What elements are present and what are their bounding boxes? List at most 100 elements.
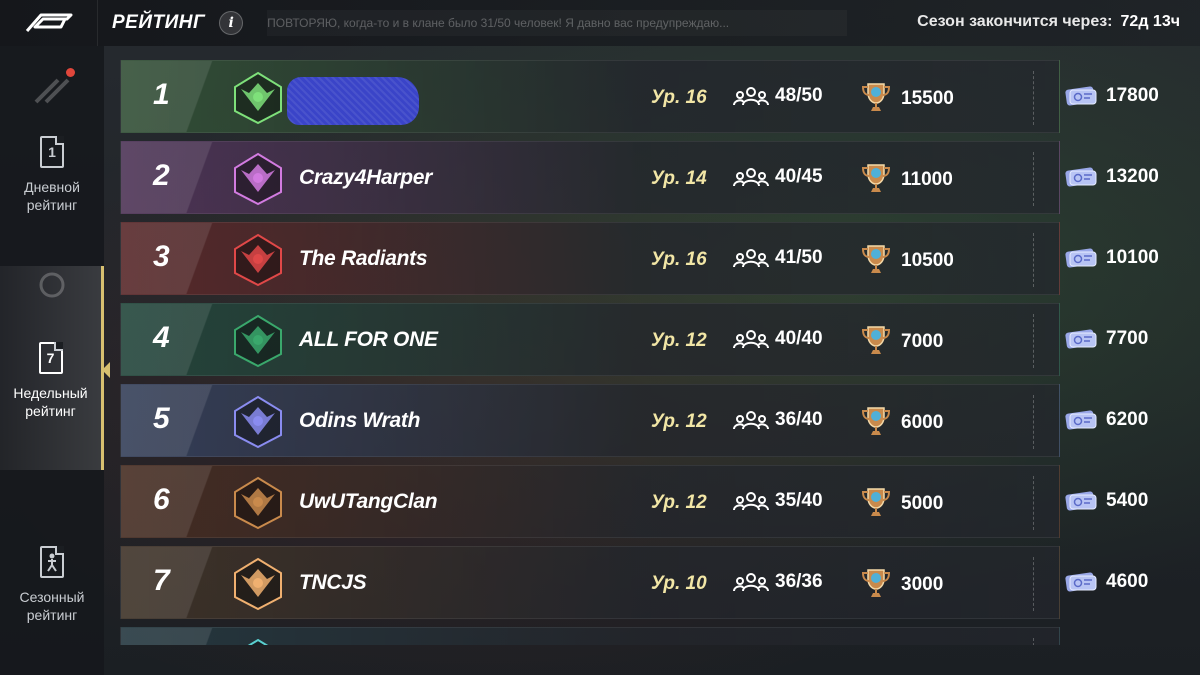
clan-name: UwUTangClan xyxy=(299,490,438,513)
members-icon xyxy=(733,411,769,430)
row-divider xyxy=(1033,395,1034,449)
ticket-icon xyxy=(1065,248,1097,268)
weekly-reward: 7700 xyxy=(1064,327,1148,351)
rank-number: 1 xyxy=(153,78,170,111)
reward-amount: 13200 xyxy=(1106,166,1159,187)
ticket-icon xyxy=(1065,86,1097,106)
trophies-count: 7000 xyxy=(901,331,944,352)
clan-level: Ур. 12 xyxy=(651,411,707,432)
clan-trophies: 5000 xyxy=(861,486,943,518)
rank-number: 3 xyxy=(153,240,170,273)
members-count: 41/50 xyxy=(775,247,823,268)
ranking-row[interactable]: 7 TNCJS Ур. 10 36/36 3000 xyxy=(120,546,1060,619)
trophy-icon xyxy=(861,83,891,111)
row-divider xyxy=(1033,71,1034,125)
members-count: 40/40 xyxy=(775,328,823,349)
clan-level: Ур. 12 xyxy=(651,330,707,351)
clan-members: 40/45 xyxy=(733,166,823,188)
clan-emblem xyxy=(231,71,285,125)
clan-trophies: 3000 xyxy=(861,567,943,599)
trophies-count: 3000 xyxy=(901,574,944,595)
clan-emblem xyxy=(231,395,285,449)
members-count: 36/36 xyxy=(775,571,823,592)
rank-number: 4 xyxy=(153,321,170,354)
trophies-count: 6000 xyxy=(901,412,944,433)
rank-number: 5 xyxy=(153,402,170,435)
clan-trophies: 15500 xyxy=(861,81,954,113)
clan-emblem xyxy=(231,152,285,206)
members-count: 35/40 xyxy=(775,490,823,511)
members-icon xyxy=(733,492,769,511)
rank-number: 7 xyxy=(153,564,170,597)
members-count: 36/40 xyxy=(775,409,823,430)
trophy-icon xyxy=(861,569,891,597)
clan-emblem xyxy=(231,476,285,530)
clan-members: 41/50 xyxy=(733,247,823,269)
clan-emblem xyxy=(231,233,285,287)
clan-trophies: 7000 xyxy=(861,324,943,356)
ticket-icon xyxy=(1065,329,1097,349)
members-count: 48/50 xyxy=(775,85,823,106)
row-divider xyxy=(1033,233,1034,287)
weekly-reward: 6200 xyxy=(1064,408,1148,432)
ticket-icon xyxy=(1065,491,1097,511)
ticket-icon xyxy=(1065,572,1097,592)
clan-trophies: 11000 xyxy=(861,162,953,194)
reward-amount: 7700 xyxy=(1106,328,1149,349)
trophy-icon xyxy=(861,245,891,273)
trophy-icon xyxy=(861,326,891,354)
members-icon xyxy=(733,573,769,592)
clan-level: Ур. 12 xyxy=(651,492,707,513)
row-divider xyxy=(1033,314,1034,368)
weekly-reward: 10100 xyxy=(1064,246,1159,270)
ranking-row[interactable]: 1 Ур. 16 48/50 15500 xyxy=(120,60,1060,133)
weekly-reward: 4600 xyxy=(1064,570,1148,594)
censored-clan-name xyxy=(287,77,419,125)
ranking-row[interactable]: 2 Crazy4Harper Ур. 14 40/45 11000 xyxy=(120,141,1060,214)
clan-members: 36/36 xyxy=(733,571,823,593)
clan-level: Ур. 16 xyxy=(651,249,707,270)
row-divider xyxy=(1033,476,1034,530)
clan-members: 48/50 xyxy=(733,85,823,107)
reward-amount: 4600 xyxy=(1106,571,1149,592)
reward-amount: 10100 xyxy=(1106,247,1159,268)
members-icon xyxy=(733,249,769,268)
reward-amount: 17800 xyxy=(1106,85,1159,106)
weekly-reward: 17800 xyxy=(1064,84,1159,108)
trophy-icon xyxy=(861,488,891,516)
row-divider xyxy=(1033,152,1034,206)
trophies-count: 10500 xyxy=(901,250,954,271)
ranking-row[interactable]: 4 ALL FOR ONE Ур. 12 40/40 7000 xyxy=(120,303,1060,376)
row-divider xyxy=(1033,557,1034,611)
members-icon xyxy=(733,330,769,349)
clan-name: ALL FOR ONE xyxy=(299,328,438,351)
ticket-icon xyxy=(1065,167,1097,187)
clan-emblem xyxy=(231,557,285,611)
clan-trophies: 10500 xyxy=(861,243,954,275)
clan-ranking-list: 1 Ур. 16 48/50 15500 17800 2 Crazy4Harpe… xyxy=(0,0,1200,645)
clan-name: TNCJS xyxy=(299,571,367,594)
weekly-reward: 13200 xyxy=(1064,165,1159,189)
ranking-row[interactable]: 3 The Radiants Ур. 16 41/50 10500 xyxy=(120,222,1060,295)
clan-name: Odins Wrath xyxy=(299,409,421,432)
members-icon xyxy=(733,168,769,187)
reward-amount: 5400 xyxy=(1106,490,1149,511)
clan-members: 40/40 xyxy=(733,328,823,350)
ranking-row[interactable]: 5 Odins Wrath Ур. 12 36/40 6000 xyxy=(120,384,1060,457)
clan-name: The Radiants xyxy=(299,247,428,270)
rank-number: 6 xyxy=(153,483,170,516)
rank-number: 2 xyxy=(153,159,170,192)
ranking-row[interactable]: 6 UwUTangClan Ур. 12 35/40 5000 xyxy=(120,465,1060,538)
trophies-count: 5000 xyxy=(901,493,944,514)
clan-emblem xyxy=(231,314,285,368)
clan-members: 36/40 xyxy=(733,409,823,431)
ticket-icon xyxy=(1065,410,1097,430)
members-count: 40/45 xyxy=(775,166,823,187)
members-icon xyxy=(733,87,769,106)
clan-level: Ур. 10 xyxy=(651,573,707,594)
clan-trophies: 6000 xyxy=(861,405,943,437)
clan-members: 35/40 xyxy=(733,490,823,512)
trophies-count: 15500 xyxy=(901,88,954,109)
clan-name: Crazy4Harper xyxy=(299,166,432,189)
clan-level: Ур. 16 xyxy=(651,87,707,108)
